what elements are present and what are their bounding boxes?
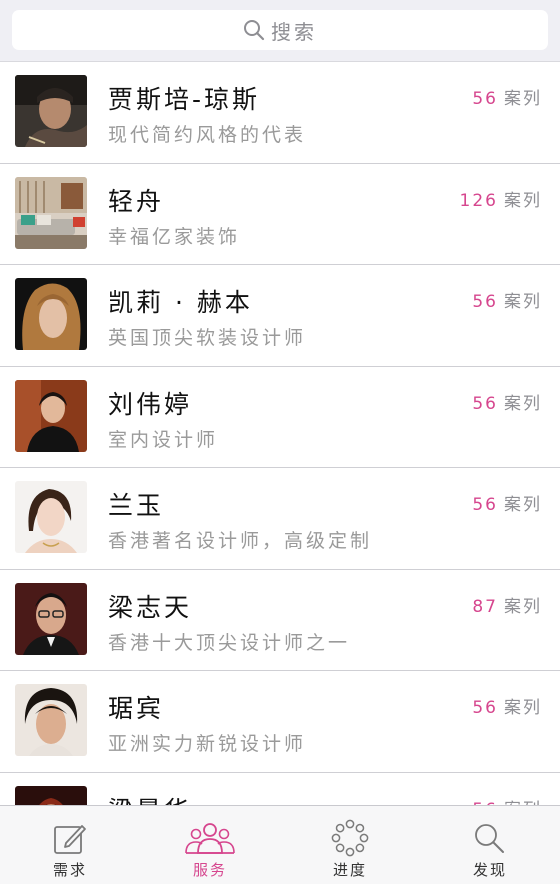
case-count: 56 案列 (472, 490, 542, 515)
designer-name: 贾斯培-琼斯 (108, 85, 261, 114)
case-count-number: 87 (472, 596, 498, 617)
case-count-unit: 案列 (504, 292, 542, 312)
tab-label: 需求 (52, 861, 87, 879)
case-count-unit: 案列 (504, 495, 542, 515)
case-count-number: 56 (472, 89, 498, 109)
designer-name: 兰玉 (108, 491, 165, 520)
designer-list: 贾斯培-琼斯 现代简约风格的代表 56 案列 轻舟 幸福亿家装饰 126 案列 (0, 62, 560, 874)
avatar (15, 278, 87, 350)
edit-icon (54, 825, 86, 854)
search-icon (475, 824, 504, 853)
avatar (15, 582, 87, 655)
case-count-unit: 案列 (504, 190, 542, 211)
case-count: 56 案列 (472, 389, 542, 414)
list-item[interactable]: 刘伟婷 室内设计师 56 案列 (0, 366, 560, 468)
search-icon (244, 20, 265, 41)
avatar (15, 379, 87, 452)
list-item[interactable]: 凯莉 · 赫本 英国顶尖软装设计师 56 案列 (0, 265, 560, 367)
avatar (15, 75, 87, 147)
designer-name: 刘伟婷 (108, 389, 193, 419)
search-placeholder: 搜索 (271, 19, 317, 44)
designer-desc: 英国顶尖软装设计师 (108, 327, 307, 349)
list-item[interactable]: 梁志天 香港十大顶尖设计师之一 87 案列 (0, 569, 560, 671)
case-count-number: 126 (459, 190, 498, 211)
designer-desc: 香港著名设计师，高级定制 (108, 530, 373, 552)
case-count-number: 56 (472, 495, 498, 515)
case-count-unit: 案列 (504, 596, 542, 617)
case-count-unit: 案列 (504, 698, 542, 718)
designer-desc: 亚洲实力新锐设计师 (108, 733, 307, 755)
people-icon (185, 823, 235, 854)
list-item[interactable]: 兰玉 香港著名设计师，高级定制 56 案列 (0, 468, 560, 570)
case-count: 56 案列 (472, 287, 542, 312)
list-item[interactable]: 贾斯培-琼斯 现代简约风格的代表 56 案列 (0, 62, 560, 164)
case-count: 56 案列 (472, 693, 542, 718)
progress-ring-icon (331, 819, 369, 857)
search-bar: 搜索 (0, 0, 560, 62)
avatar (15, 684, 87, 756)
case-count-number: 56 (472, 698, 498, 718)
designer-desc: 现代简约风格的代表 (108, 124, 307, 146)
designer-name: 琚宾 (108, 694, 165, 723)
tab-label: 进度 (332, 861, 367, 879)
tab-label: 服务 (192, 861, 227, 879)
case-count-unit: 案列 (504, 393, 542, 414)
case-count: 87 案列 (472, 592, 542, 617)
case-count-unit: 案列 (504, 89, 542, 109)
tab-discover[interactable]: 发现 (420, 806, 560, 884)
designer-desc: 室内设计师 (108, 428, 219, 451)
designer-name: 凯莉 · 赫本 (108, 288, 253, 317)
tab-demand[interactable]: 需求 (0, 806, 140, 884)
tab-progress[interactable]: 进度 (280, 806, 420, 884)
search-input[interactable]: 搜索 (12, 10, 548, 50)
designer-desc: 香港十大顶尖设计师之一 (108, 631, 351, 654)
tab-service[interactable]: 服务 (140, 806, 280, 884)
designer-name: 梁志天 (108, 592, 193, 622)
tab-bar: 需求 服务 进度 发现 (0, 805, 560, 884)
avatar (15, 481, 87, 553)
list-item[interactable]: 琚宾 亚洲实力新锐设计师 56 案列 (0, 671, 560, 773)
case-count-number: 56 (472, 292, 498, 312)
avatar (15, 176, 87, 249)
list-item[interactable]: 轻舟 幸福亿家装饰 126 案列 (0, 163, 560, 265)
case-count: 56 案列 (472, 84, 542, 109)
designer-desc: 幸福亿家装饰 (108, 225, 241, 248)
designer-name: 轻舟 (108, 186, 165, 216)
tab-label: 发现 (472, 861, 507, 879)
case-count: 126 案列 (460, 186, 542, 211)
case-count-number: 56 (472, 393, 498, 414)
